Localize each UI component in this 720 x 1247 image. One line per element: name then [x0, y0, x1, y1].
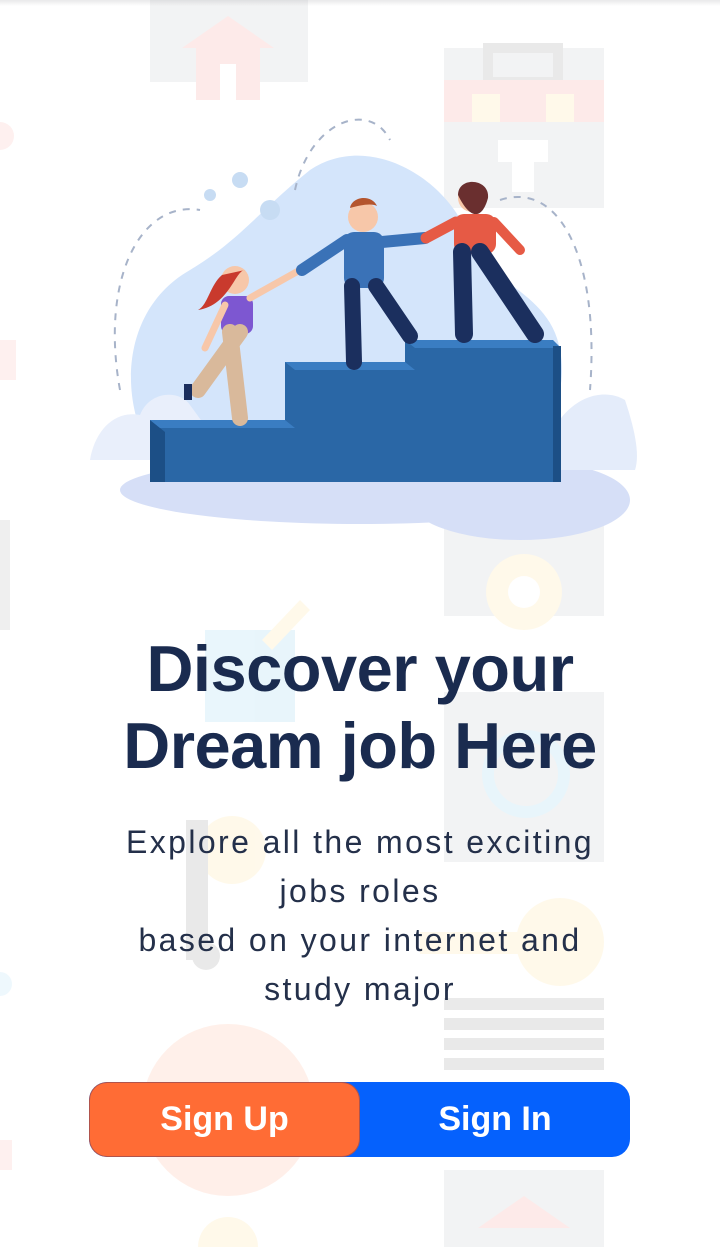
auth-toggle: Sign Up Sign In — [89, 1082, 630, 1157]
headline-line-1: Discover your — [146, 632, 574, 705]
house-icon — [150, 0, 308, 100]
sign-up-button[interactable]: Sign Up — [89, 1082, 360, 1157]
subtitle-line-3: based on your internet and — [138, 922, 582, 958]
subtitle-line-2: jobs roles — [279, 873, 441, 909]
headline-line-2: Dream job Here — [123, 709, 597, 782]
subtitle: Explore all the most exciting jobs roles… — [40, 818, 680, 1014]
sign-in-button[interactable]: Sign In — [360, 1082, 630, 1157]
subtitle-line-1: Explore all the most exciting — [125, 824, 594, 860]
headline: Discover your Dream job Here — [0, 630, 720, 784]
team-climbing-illustration — [90, 118, 637, 540]
subtitle-line-4: study major — [264, 971, 456, 1007]
status-bar-shadow — [0, 0, 720, 6]
